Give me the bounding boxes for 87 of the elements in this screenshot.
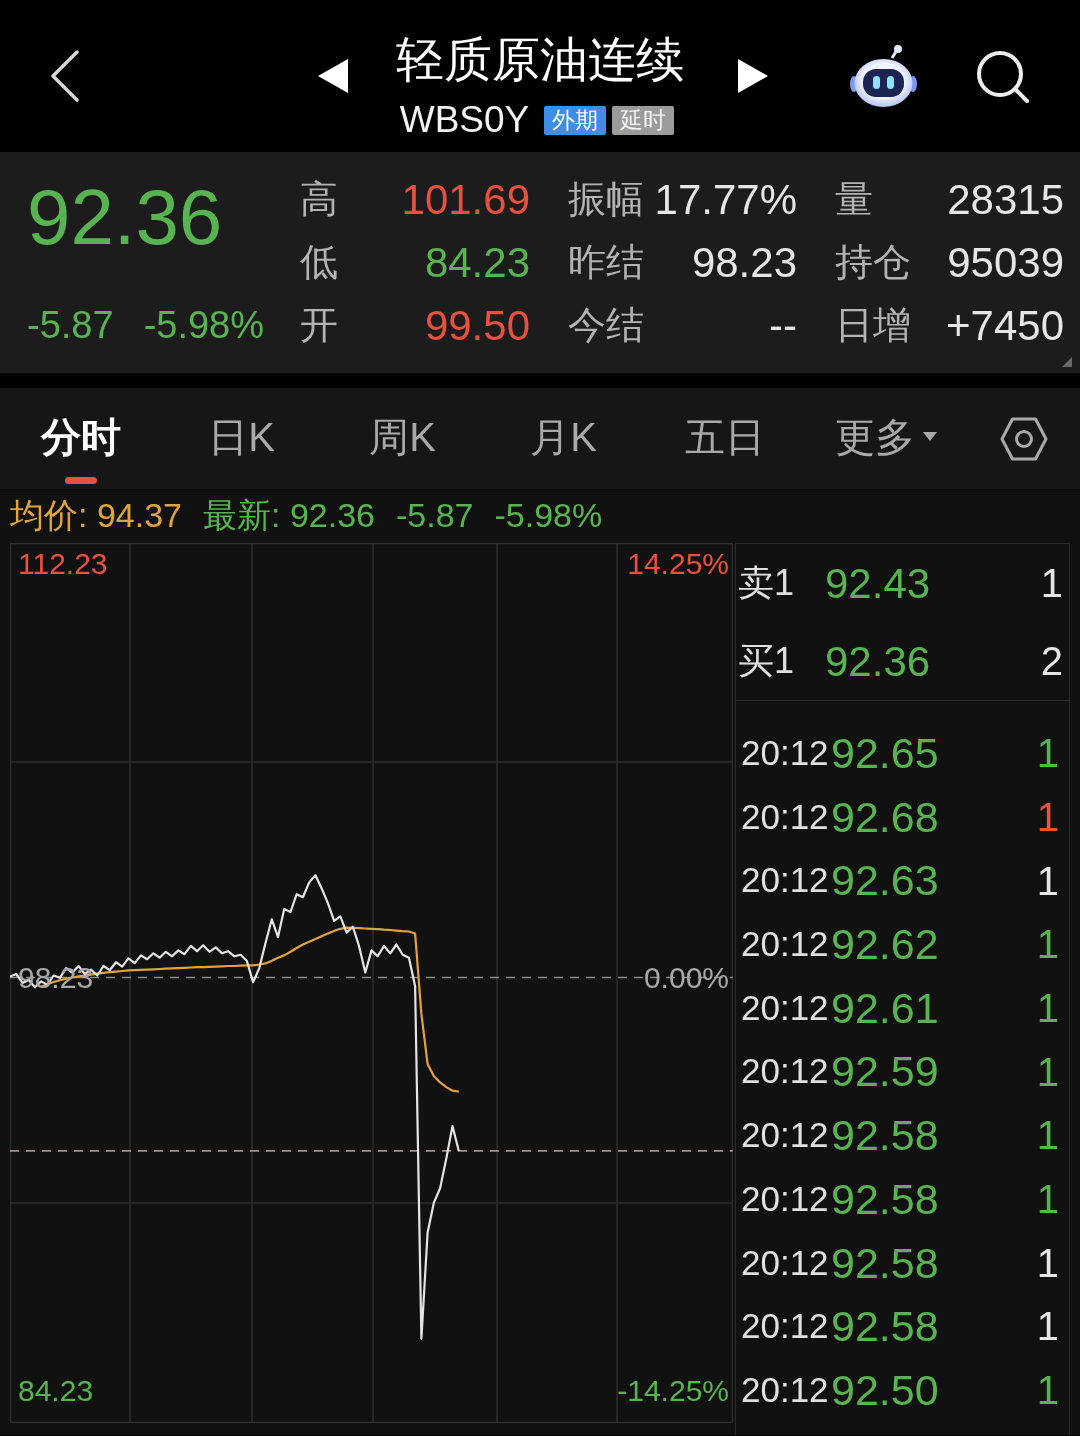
price-change: -5.87 bbox=[27, 303, 114, 348]
instrument-title: 轻质原油连续 bbox=[396, 32, 684, 88]
latest-price-text: -5.87 bbox=[395, 494, 474, 536]
axis-price-label: 112.23 bbox=[18, 546, 108, 581]
stat-label: 低 bbox=[300, 240, 338, 285]
stat-label: 振幅 bbox=[568, 177, 644, 222]
delay-tag: 延时 bbox=[612, 105, 675, 135]
trade-volume: 1 bbox=[1036, 1048, 1059, 1096]
trade-time: 20:12 bbox=[741, 1241, 830, 1284]
stat-label: 日增 bbox=[835, 303, 911, 348]
last-price: 92.36 bbox=[27, 172, 224, 263]
stat-label: 开 bbox=[300, 303, 338, 348]
left-triangle-icon[interactable] bbox=[318, 59, 348, 93]
settings-icon[interactable] bbox=[1000, 416, 1048, 461]
trade-volume: 1 bbox=[1036, 1303, 1059, 1351]
trade-time: 20:12 bbox=[741, 859, 830, 902]
trade-volume: 1 bbox=[1036, 921, 1059, 969]
trade-price: 92.65 bbox=[831, 728, 940, 779]
caret-icon bbox=[922, 432, 937, 441]
order-level-label: 卖1 bbox=[738, 561, 796, 605]
trade-time: 20:12 bbox=[741, 1368, 830, 1411]
stat-label: 高 bbox=[300, 177, 338, 222]
trade-time: 20:12 bbox=[741, 986, 830, 1029]
order-level-label: 买1 bbox=[738, 639, 796, 683]
right-triangle-icon[interactable] bbox=[738, 59, 768, 93]
trade-volume: 1 bbox=[1036, 730, 1059, 778]
stat-label: 量 bbox=[835, 177, 873, 222]
order-volume: 1 bbox=[1040, 560, 1063, 607]
trade-price: 92.50 bbox=[831, 1364, 940, 1416]
trade-price: 92.58 bbox=[831, 1237, 940, 1289]
stat-value: -- bbox=[769, 301, 797, 351]
stat-value: 17.77% bbox=[654, 175, 797, 225]
chart-tab[interactable]: 更多 bbox=[805, 388, 966, 489]
market-tag: 外期 bbox=[544, 105, 607, 135]
trade-volume: 1 bbox=[1036, 793, 1059, 841]
chart-tab[interactable]: 月K bbox=[483, 388, 644, 489]
corner-triangle-icon bbox=[1062, 357, 1072, 367]
trade-volume: 1 bbox=[1036, 1367, 1059, 1415]
trade-time: 20:12 bbox=[741, 1305, 830, 1348]
back-icon[interactable] bbox=[50, 50, 80, 102]
trade-price: 92.58 bbox=[831, 1173, 940, 1225]
trade-time: 20:12 bbox=[741, 923, 830, 966]
trade-time: 20:12 bbox=[741, 1050, 830, 1093]
trade-price: 92.68 bbox=[831, 791, 940, 843]
axis-price-label: 84.23 bbox=[18, 1374, 94, 1408]
robot-icon[interactable] bbox=[850, 44, 917, 108]
axis-percent-label: -14.25% bbox=[617, 1374, 729, 1408]
stat-value: 98.23 bbox=[691, 238, 797, 288]
trade-volume: 1 bbox=[1036, 1239, 1059, 1287]
change-percent: -5.98% bbox=[143, 303, 265, 348]
order-volume: 2 bbox=[1040, 638, 1063, 685]
latest-price-text: 最新: 92.36 bbox=[203, 494, 375, 536]
chart-tab[interactable]: 分时 bbox=[0, 388, 161, 489]
chart-tab[interactable]: 周K bbox=[322, 388, 483, 489]
instrument-code: WBS0Y bbox=[399, 102, 530, 138]
trade-volume: 1 bbox=[1036, 1176, 1059, 1224]
trade-time: 20:12 bbox=[741, 732, 830, 774]
average-price-text: 均价: 94.37 bbox=[10, 494, 182, 536]
trade-price: 92.59 bbox=[831, 1046, 940, 1098]
stat-label: 持仓 bbox=[835, 240, 911, 285]
order-price: 92.43 bbox=[825, 558, 932, 609]
trade-price: 92.61 bbox=[831, 982, 940, 1034]
stat-value: +7450 bbox=[946, 301, 1064, 351]
chart-tab[interactable]: 五日 bbox=[644, 388, 805, 489]
stat-label: 昨结 bbox=[568, 240, 644, 285]
trade-price: 92.58 bbox=[831, 1301, 940, 1353]
stat-value: 101.69 bbox=[401, 175, 530, 225]
stat-value: 28315 bbox=[947, 175, 1064, 225]
search-icon[interactable] bbox=[975, 48, 1030, 104]
axis-percent-label: 14.25% bbox=[627, 546, 729, 581]
trade-volume: 1 bbox=[1036, 857, 1059, 905]
axis-percent-label: 0.00% bbox=[643, 960, 729, 995]
trade-price: 92.58 bbox=[831, 1110, 940, 1162]
trade-time: 20:12 bbox=[741, 795, 830, 838]
trade-volume: 1 bbox=[1036, 985, 1059, 1032]
latest-price-text: -5.98% bbox=[494, 494, 603, 536]
stat-value: 95039 bbox=[947, 238, 1064, 288]
trade-volume: 1 bbox=[1036, 1112, 1059, 1160]
stat-value: 84.23 bbox=[424, 238, 530, 288]
trade-price: 92.63 bbox=[831, 855, 940, 907]
chart-tab[interactable]: 日K bbox=[161, 388, 322, 489]
stat-label: 今结 bbox=[568, 303, 644, 348]
trade-time: 20:12 bbox=[741, 1177, 830, 1220]
trade-time: 20:12 bbox=[741, 1114, 830, 1157]
stat-value: 99.50 bbox=[424, 301, 530, 351]
order-price: 92.36 bbox=[825, 636, 932, 687]
trade-price: 92.62 bbox=[831, 919, 940, 971]
